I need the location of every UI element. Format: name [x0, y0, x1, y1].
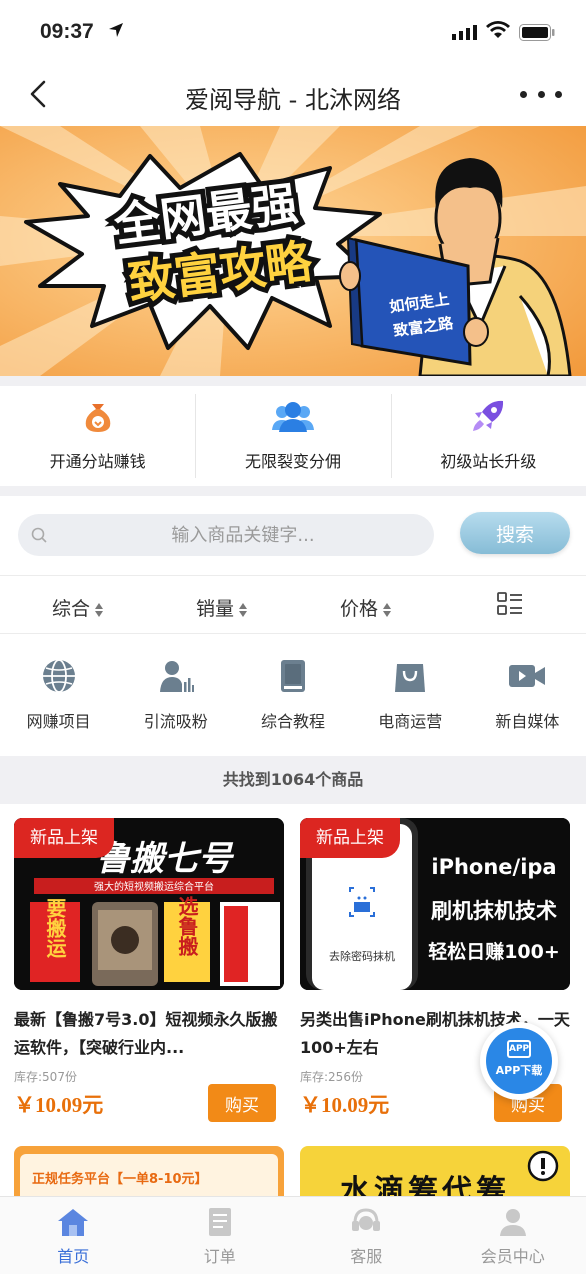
tab-home[interactable]: 首页 — [0, 1197, 147, 1274]
category-ecommerce[interactable]: 电商运营 — [352, 634, 469, 754]
search-button[interactable]: 搜索 — [460, 512, 570, 554]
app-download-label: APP下载 — [495, 1064, 543, 1077]
search-row: 搜索 — [0, 496, 586, 576]
money-bag-icon — [85, 404, 110, 432]
category-online-earning[interactable]: 网赚项目 — [0, 634, 117, 754]
more-dot-icon — [555, 90, 562, 98]
bottom-tab-bar: 首页 订单 客服 会员中心 — [0, 1196, 586, 1274]
globe-icon — [42, 659, 75, 693]
product-image[interactable]: 鲁搬七号 强大的短视频搬运综合平台 要搬运 选鲁搬 新品上架 — [14, 818, 284, 990]
product-image-title: iPhone/ipa — [431, 855, 556, 879]
product-image-phone-text: 去除密码抹机 — [329, 949, 395, 963]
promo-banner[interactable]: 全网最强 致富攻略 如何走上 致富之路 — [0, 126, 586, 376]
sort-arrows-icon — [239, 602, 248, 617]
nav-bar: 爱阅导航 - 北沐网络 — [0, 62, 586, 126]
product-image-subtitle-2: 轻松日赚100+ — [428, 940, 560, 963]
product-image[interactable]: 去除密码抹机 iPhone/ipa 刷机抹机技术 轻松日赚100+ 新品上架 — [300, 818, 570, 990]
buy-button[interactable]: 购买 — [208, 1084, 276, 1122]
status-bar: 09:37 — [0, 0, 586, 62]
divider — [0, 376, 586, 386]
feature-label: 初级站长升级 — [440, 452, 537, 471]
result-count: 共找到1064个商品 — [0, 756, 586, 804]
category-row: 网赚项目 引流吸粉 综合教程 电商运营 新自媒体 — [0, 634, 586, 754]
category-label: 综合教程 — [261, 712, 326, 731]
product-image-title: 鲁搬七号 — [96, 839, 235, 879]
headset-icon — [352, 1208, 381, 1231]
video-camera-icon — [509, 665, 546, 687]
feature-label: 开通分站赚钱 — [49, 452, 146, 471]
tab-label: 首页 — [57, 1247, 90, 1266]
shopping-bag-icon — [395, 664, 426, 692]
list-view-toggle-icon[interactable] — [497, 592, 523, 616]
product-grid: 鲁搬七号 强大的短视频搬运综合平台 要搬运 选鲁搬 新品上架 最新【鲁搬7号3.… — [0, 804, 586, 1206]
more-dot-icon — [520, 90, 527, 98]
battery-icon — [519, 24, 555, 41]
app-download-button[interactable]: APP APP下载 — [480, 1022, 558, 1100]
tab-member-center[interactable]: 会员中心 — [440, 1197, 586, 1274]
status-time: 09:37 — [40, 20, 94, 43]
sort-comprehensive[interactable]: 综合 — [52, 594, 104, 621]
search-icon — [31, 527, 47, 543]
product-image-side-right: 选鲁搬 — [175, 896, 199, 957]
category-new-media[interactable]: 新自媒体 — [469, 634, 586, 754]
feature-fission-commission[interactable]: 无限裂变分佣 — [195, 386, 390, 486]
cellular-signal-icon — [452, 25, 477, 40]
tab-label: 客服 — [350, 1247, 383, 1266]
app-download-badge: APP APP下载 — [486, 1028, 552, 1094]
sort-label: 价格 — [340, 598, 379, 620]
product-image-text: 正规任务平台【一单8-10元】 — [32, 1172, 208, 1187]
alert-bubble-icon — [527, 1150, 559, 1182]
rocket-icon — [473, 400, 504, 431]
new-badge: 新品上架 — [300, 818, 400, 858]
sort-row: 综合 销量 价格 — [0, 576, 586, 634]
sort-sales[interactable]: 销量 — [196, 594, 248, 621]
home-icon — [58, 1209, 89, 1236]
user-icon — [499, 1209, 526, 1236]
product-image-subtitle: 刷机抹机技术 — [431, 899, 557, 923]
product-image-subtitle: 强大的短视频搬运综合平台 — [94, 880, 214, 893]
sort-arrows-icon — [95, 602, 104, 617]
divider — [0, 486, 586, 496]
search-input[interactable] — [58, 514, 428, 556]
category-label: 新自媒体 — [495, 712, 560, 731]
feature-label: 无限裂变分佣 — [244, 452, 341, 471]
tab-label: 订单 — [203, 1247, 236, 1266]
new-badge: 新品上架 — [14, 818, 114, 858]
more-dot-icon — [537, 90, 545, 98]
more-button[interactable] — [520, 76, 562, 112]
product-stock: 库存:507份 — [14, 1070, 77, 1084]
tab-support[interactable]: 客服 — [293, 1197, 440, 1274]
sort-label: 综合 — [52, 598, 91, 620]
sort-price[interactable]: 价格 — [340, 594, 392, 621]
users-icon — [271, 402, 314, 432]
feature-row: 开通分站赚钱 无限裂变分佣 初级站长升级 — [0, 386, 586, 486]
category-label: 引流吸粉 — [143, 712, 208, 731]
product-card[interactable]: 鲁搬七号 强大的短视频搬运综合平台 要搬运 选鲁搬 新品上架 最新【鲁搬7号3.… — [14, 818, 284, 1122]
product-title[interactable]: 最新【鲁搬7号3.0】短视频永久版搬运软件，【突破行业内... — [14, 1006, 284, 1062]
app-icon: APP — [507, 1040, 531, 1058]
wifi-icon — [486, 21, 510, 38]
category-label: 网赚项目 — [26, 712, 91, 731]
sort-label: 销量 — [196, 598, 235, 620]
feature-upgrade[interactable]: 初级站长升级 — [390, 386, 586, 486]
feature-open-substation[interactable]: 开通分站赚钱 — [0, 386, 195, 486]
order-icon — [208, 1208, 231, 1236]
category-tutorials[interactable]: 综合教程 — [234, 634, 351, 754]
search-box[interactable] — [18, 514, 434, 556]
page-title: 爱阅导航 - 北沐网络 — [185, 86, 401, 114]
book-icon — [281, 660, 305, 692]
product-image-side-left: 要搬运 — [43, 898, 67, 959]
banner-artwork: 全网最强 致富攻略 如何走上 致富之路 — [0, 126, 586, 376]
category-label: 电商运营 — [378, 712, 443, 731]
tab-orders[interactable]: 订单 — [147, 1197, 294, 1274]
user-chart-icon — [159, 661, 194, 692]
sort-arrows-icon — [383, 602, 392, 617]
category-traffic[interactable]: 引流吸粉 — [117, 634, 234, 754]
location-arrow-icon — [109, 23, 123, 37]
tab-label: 会员中心 — [480, 1247, 545, 1266]
